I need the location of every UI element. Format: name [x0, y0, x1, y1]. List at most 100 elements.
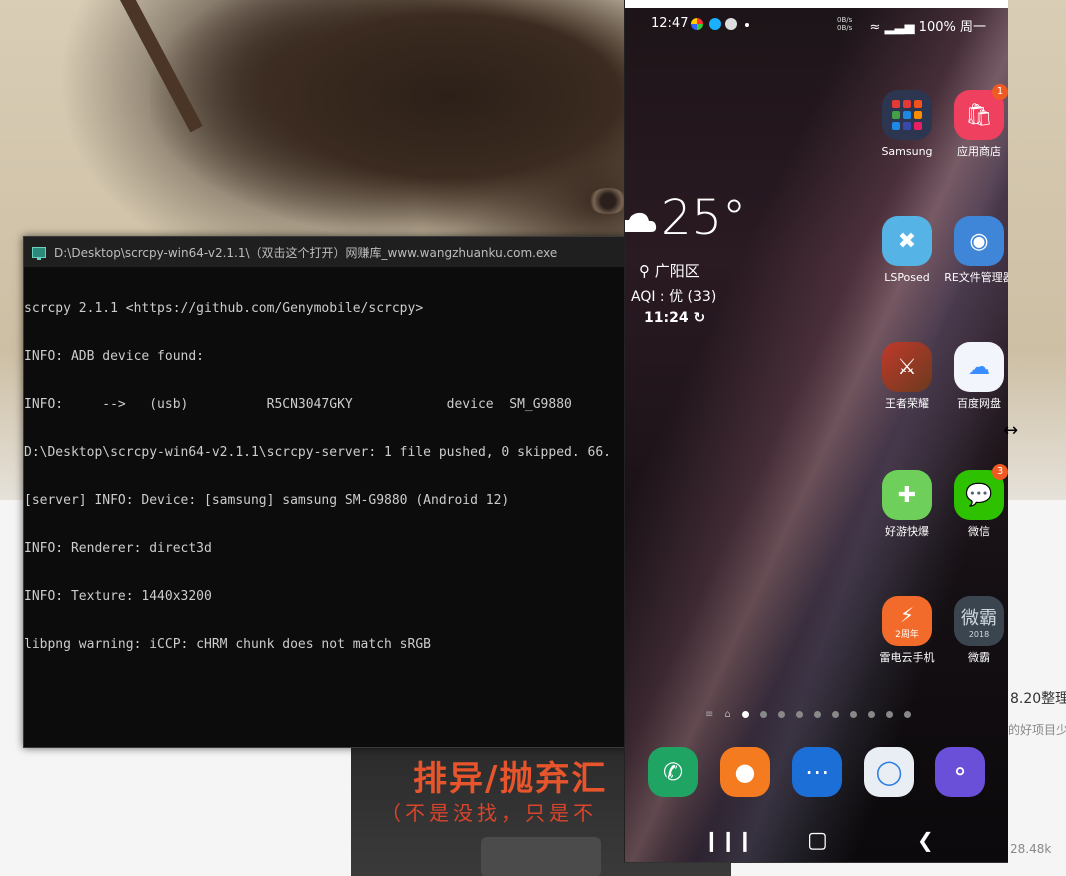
game-hero-icon: ⚔	[882, 342, 932, 392]
app-samsung-folder[interactable]: Samsung	[871, 90, 943, 159]
banner-graphic	[481, 837, 601, 876]
side-article-views: 28.48k	[1010, 842, 1052, 856]
app-label: 雷电云手机	[879, 651, 935, 664]
app-baidu-netdisk[interactable]: ☁ 百度网盘	[943, 342, 1008, 411]
wechat-icon	[725, 18, 737, 30]
app-haoyou-kuaibao[interactable]: ✚ 好游快爆	[871, 470, 943, 539]
page-dot[interactable]	[831, 711, 839, 718]
app-weiba[interactable]: 微霸 2018 微霸	[943, 596, 1008, 665]
app-label: RE文件管理器	[944, 271, 1008, 284]
samsung-folder-icon	[882, 90, 932, 140]
qq-icon	[709, 18, 721, 30]
page-dot[interactable]	[885, 711, 893, 718]
banner-title: 排异/抛弃汇	[413, 759, 608, 799]
net-speed-down: 0B/s	[837, 24, 853, 32]
page-dot[interactable]	[849, 711, 857, 718]
lightning-icon: ⚡	[899, 602, 915, 627]
colorful-app-icon	[691, 18, 703, 30]
app-label: LSPosed	[884, 271, 930, 284]
phone-call-icon[interactable]: ✆	[648, 747, 698, 797]
weather-temperature[interactable]: 25°	[661, 190, 746, 246]
weather-updated-time: 11:24	[644, 310, 689, 326]
bandage-icon: ✖	[882, 216, 932, 266]
console-line: INFO: ADB device found:	[24, 349, 205, 364]
page-dot[interactable]	[795, 711, 803, 718]
app-honor-of-kings[interactable]: ⚔ 王者荣耀	[871, 342, 943, 411]
scrcpy-console-window[interactable]: D:\Desktop\scrcpy-win64-v2.1.1\（双击这个打开）网…	[23, 236, 628, 748]
page-dot[interactable]	[777, 711, 785, 718]
banner-subtitle: （不是没找，只是不	[381, 801, 597, 825]
app-leidian-cloud-phone[interactable]: ⚡ 2周年 雷电云手机	[871, 596, 943, 665]
shopping-bag-icon: 🛍 1	[954, 84, 1008, 140]
weiba-icon-year: 2018	[968, 629, 990, 639]
home-menu-icon: ≡	[705, 709, 714, 720]
home-icon[interactable]: ▢	[807, 828, 828, 853]
weiba-icon: 微霸 2018	[954, 596, 1004, 646]
notification-badge: 1	[992, 84, 1008, 100]
refresh-icon: ↻	[693, 310, 706, 326]
status-day: 周一	[959, 20, 986, 35]
app-store[interactable]: 🛍 1 应用商店	[943, 84, 1008, 159]
folder-grid-icon	[892, 100, 922, 130]
weather-updated[interactable]: 11:24 ↻	[644, 310, 705, 326]
weather-aqi: AQI : 优 (33)	[631, 289, 717, 305]
cloud-icon	[625, 212, 657, 232]
battery-level: 100%	[918, 20, 956, 35]
leidian-icon: ⚡ 2周年	[882, 596, 932, 646]
side-article-title[interactable]: 8.20整理	[1010, 688, 1066, 708]
terminal-icon	[32, 246, 46, 260]
status-time: 12:47	[651, 16, 689, 31]
leidian-anniversary-text: 2周年	[895, 629, 919, 640]
weather-location[interactable]: ⚲ 广阳区	[639, 260, 700, 281]
console-title: D:\Desktop\scrcpy-win64-v2.1.1\（双击这个打开）网…	[54, 245, 558, 260]
page-dot[interactable]	[759, 711, 767, 718]
console-line: scrcpy 2.1.1 <https://github.com/Genymob…	[24, 301, 424, 316]
console-line: [server] INFO: Device: [samsung] samsung…	[24, 493, 510, 508]
page-dot[interactable]	[813, 711, 821, 718]
status-right: ≈ ▂▃▅ 100% 周一	[869, 16, 986, 35]
app-label: 百度网盘	[957, 397, 1001, 410]
notification-badge: 3	[992, 464, 1008, 480]
page-dot[interactable]	[903, 711, 911, 718]
gamepad-icon: ✚	[882, 470, 932, 520]
app-re-file-manager[interactable]: ◉ RE文件管理器	[943, 216, 1008, 285]
net-speed: 0B/s 0B/s	[837, 16, 852, 32]
side-article-subtitle: 的好项目少	[1008, 723, 1066, 737]
status-bar[interactable]: 12:47 0B/s 0B/s ≈ ▂▃▅ 100% 周一	[625, 14, 1008, 36]
console-line: libpng warning: iCCP: cHRM chunk does no…	[24, 637, 431, 652]
app-wechat[interactable]: 💬 3 微信	[943, 464, 1008, 539]
app-lsposed[interactable]: ✖ LSPosed	[871, 216, 943, 285]
console-line: INFO: Renderer: direct3d	[24, 541, 212, 556]
console-output[interactable]: scrcpy 2.1.1 <https://github.com/Genymob…	[24, 267, 627, 743]
console-line: INFO: Texture: 1440x3200	[24, 589, 212, 604]
signal-icon: ▂▃▅	[884, 20, 915, 35]
app-label: 王者荣耀	[885, 397, 929, 410]
wifi-icon: ≈	[869, 20, 881, 35]
window-top-strip	[625, 0, 1008, 8]
wallpaper-hair	[150, 0, 650, 240]
app-label: 好游快爆	[885, 525, 929, 538]
app-label: Samsung	[881, 145, 933, 158]
file-manager-icon: ◉	[954, 216, 1004, 266]
browser-icon[interactable]: ◯	[864, 747, 914, 797]
messages-icon[interactable]: ⋯	[792, 747, 842, 797]
page-indicator[interactable]: ≡ ⌂	[705, 709, 911, 720]
samsung-internet-icon[interactable]: ⚬	[935, 747, 985, 797]
console-titlebar[interactable]: D:\Desktop\scrcpy-win64-v2.1.1\（双击这个打开）网…	[24, 237, 627, 267]
app-label: 微信	[968, 525, 990, 538]
console-line: INFO: --> (usb) R5CN3047GKY device SM_G9…	[24, 397, 572, 412]
contacts-icon[interactable]: ●	[720, 747, 770, 797]
phone-mirror-window[interactable]: 12:47 0B/s 0B/s ≈ ▂▃▅ 100% 周一 25° ⚲ 广阳区 …	[624, 0, 1008, 863]
home-page-icon: ⌂	[724, 709, 731, 720]
recent-apps-icon[interactable]: ❙❙❙	[703, 828, 753, 852]
back-icon[interactable]: ❮	[917, 828, 934, 852]
resize-cursor-icon: ↔	[1003, 420, 1019, 441]
navigation-bar: ❙❙❙ ▢ ❮	[625, 818, 1008, 862]
notification-dot-icon	[745, 23, 749, 27]
page-dot[interactable]	[867, 711, 875, 718]
page-dot-active[interactable]	[741, 711, 749, 718]
console-line: D:\Desktop\scrcpy-win64-v2.1.1\scrcpy-se…	[24, 445, 611, 460]
weiba-icon-text: 微霸	[961, 607, 997, 629]
app-label: 微霸	[968, 651, 990, 664]
cloud-drive-icon: ☁	[954, 342, 1004, 392]
